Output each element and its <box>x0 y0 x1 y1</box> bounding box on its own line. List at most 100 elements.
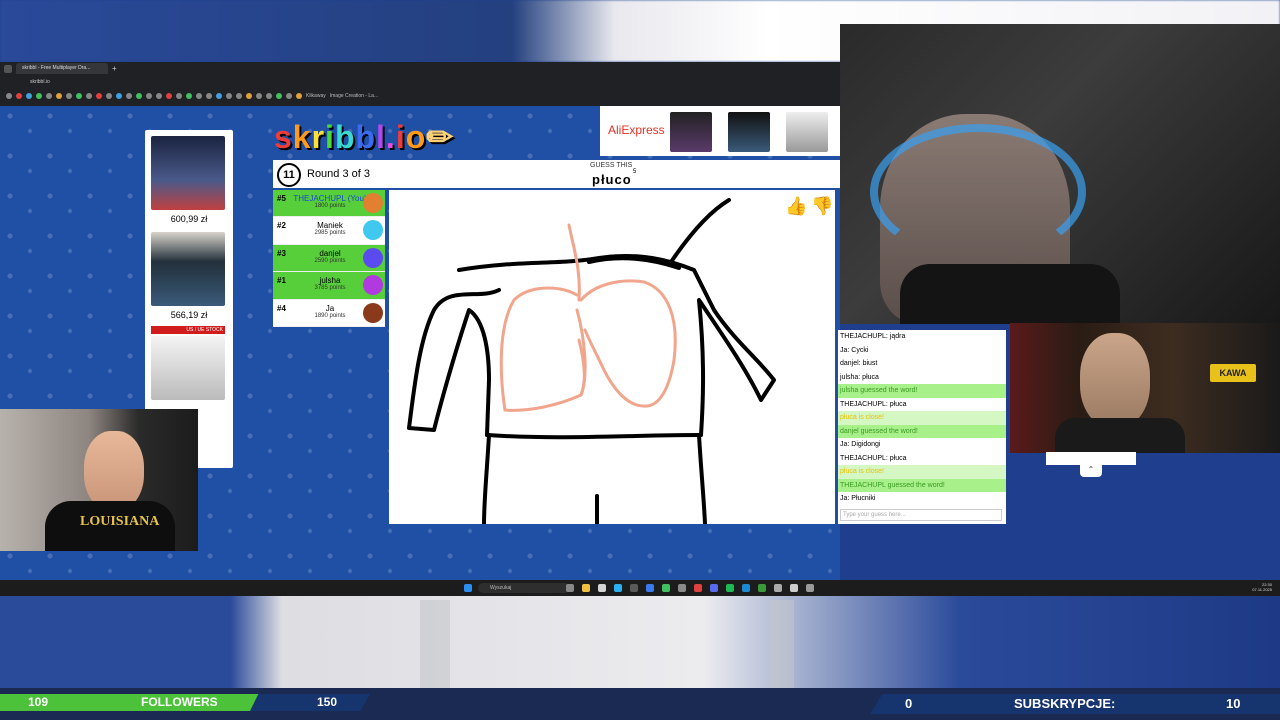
app-icon[interactable] <box>678 584 686 592</box>
bookmarks-bar: Klikaway Image Creation - La... <box>0 89 840 103</box>
bookmark-icon[interactable] <box>166 93 172 99</box>
app-icon[interactable] <box>646 584 654 592</box>
bookmark-icon[interactable] <box>46 93 52 99</box>
bookmark-icon[interactable] <box>196 93 202 99</box>
subs-current: 0 <box>905 696 913 711</box>
player-row[interactable]: #5 THEJACHUPL (You) 1800 points <box>273 190 385 218</box>
taskbar-clock[interactable]: 22:30 07.11.2025 <box>1252 582 1272 592</box>
bookmark-icon[interactable] <box>206 93 212 99</box>
player-row[interactable]: #4 Ja 1890 points <box>273 299 385 327</box>
bookmark-icon[interactable] <box>256 93 262 99</box>
browser-tab[interactable]: skribbl - Free Multiplayer Dra... <box>16 63 108 74</box>
bookmark-link[interactable]: Image Creation - La... <box>330 93 378 99</box>
bookmark-icon[interactable] <box>56 93 62 99</box>
popup-bar <box>1046 452 1136 465</box>
settings-icon[interactable] <box>806 584 814 592</box>
address-bar[interactable]: skribbl.io <box>0 75 840 89</box>
ad-product-image[interactable] <box>151 336 225 400</box>
bookmark-icon[interactable] <box>236 93 242 99</box>
discord-icon[interactable] <box>710 584 718 592</box>
browser-window: skribbl - Free Multiplayer Dra... + skri… <box>0 62 840 106</box>
round-timer: 11 <box>277 163 301 187</box>
player-name: julsha <box>319 276 341 286</box>
bookmark-icon[interactable] <box>96 93 102 99</box>
bookmark-icon[interactable] <box>36 93 42 99</box>
tab-menu-icon[interactable] <box>4 64 12 73</box>
bookmark-icon[interactable] <box>246 93 252 99</box>
ad-thumbnail[interactable] <box>786 112 828 152</box>
app-icon[interactable] <box>630 584 638 592</box>
thumbs-up-icon[interactable]: 👍 <box>785 196 807 216</box>
chat-message: płuca is close! <box>838 465 1006 479</box>
bookmark-icon[interactable] <box>276 93 282 99</box>
ad-thumbnail[interactable] <box>728 112 770 152</box>
bookmark-icon[interactable] <box>26 93 32 99</box>
bookmark-link[interactable]: Klikaway <box>306 93 326 99</box>
drawing-stroke <box>485 433 703 440</box>
app-icon[interactable] <box>694 584 702 592</box>
tab-bar: skribbl - Free Multiplayer Dra... + <box>0 62 840 75</box>
player-name: Ja <box>325 303 335 313</box>
chrome-icon[interactable] <box>662 584 670 592</box>
player-row[interactable]: #1 julsha 3785 points <box>273 272 385 300</box>
webcam-shirt <box>1055 418 1185 453</box>
spotify-icon[interactable] <box>726 584 734 592</box>
bookmark-icon[interactable] <box>216 93 222 99</box>
app-icon[interactable] <box>774 584 782 592</box>
taskview-icon[interactable] <box>566 584 574 592</box>
webcam-person <box>84 431 144 511</box>
bookmark-icon[interactable] <box>286 93 292 99</box>
start-icon[interactable] <box>464 584 472 592</box>
bookmark-icon[interactable] <box>76 93 82 99</box>
bookmark-icon[interactable] <box>106 93 112 99</box>
app-icon[interactable] <box>598 584 606 592</box>
bookmark-icon[interactable] <box>176 93 182 99</box>
webcam-streamer-right <box>1010 323 1280 453</box>
webcam-streamer-left: LOUISIANA <box>0 409 198 551</box>
word-hint-bar: GUESS THIS płuco 5 <box>385 160 840 188</box>
skribbl-logo: skribbl.io✏ <box>274 119 455 155</box>
bookmark-icon[interactable] <box>226 93 232 99</box>
xbox-icon[interactable] <box>758 584 766 592</box>
steam-icon[interactable] <box>742 584 750 592</box>
drawing-canvas[interactable]: 👍 👎 <box>389 190 835 526</box>
drawing-stroke <box>697 433 707 526</box>
bookmark-icon[interactable] <box>86 93 92 99</box>
ad-thumbnail[interactable] <box>670 112 712 152</box>
new-tab-icon[interactable]: + <box>112 64 117 73</box>
player-rank: #2 <box>277 221 286 231</box>
ad-product-image[interactable] <box>151 136 225 210</box>
explorer-icon[interactable] <box>582 584 590 592</box>
player-points: 1890 points <box>314 312 346 319</box>
bookmark-icon[interactable] <box>186 93 192 99</box>
bookmark-icon[interactable] <box>126 93 132 99</box>
top-ad-banner[interactable]: AliExpress <box>600 106 840 156</box>
thumbs-down-icon[interactable]: 👎 <box>811 196 833 216</box>
bookmark-icon[interactable] <box>296 93 302 99</box>
windows-taskbar: Wyszukaj 22:30 07.11.2025 <box>0 580 1280 596</box>
bookmark-icon[interactable] <box>16 93 22 99</box>
app-icon[interactable] <box>614 584 622 592</box>
taskbar-search[interactable]: Wyszukaj <box>478 583 570 593</box>
bookmark-icon[interactable] <box>146 93 152 99</box>
bookmark-icon[interactable] <box>266 93 272 99</box>
bookmark-icon[interactable] <box>156 93 162 99</box>
ad-product-image[interactable] <box>151 232 225 306</box>
ad-stock-badge: US / UE STOCK <box>151 326 225 334</box>
bookmark-icon[interactable] <box>6 93 12 99</box>
chevron-up-icon[interactable]: ⌃ <box>1080 465 1102 477</box>
chat-message: THEJACHUPL: jądra <box>840 333 906 340</box>
chat-messages: THEJACHUPL: jądra Ja: Cycki danjel: biust j… <box>838 330 1006 506</box>
player-row[interactable]: #2 Maniek 2985 points <box>273 217 385 245</box>
bookmark-icon[interactable] <box>66 93 72 99</box>
bookmark-icon[interactable] <box>136 93 142 99</box>
chat-input[interactable]: Type your guess here... <box>840 509 1002 521</box>
chat-message: THEJACHUPL: płuca <box>840 400 907 408</box>
bookmark-icon[interactable] <box>116 93 122 99</box>
collapsed-popup[interactable]: ⌃ <box>1046 452 1136 478</box>
player-row[interactable]: #3 danjel 2590 points <box>273 244 385 273</box>
drawing <box>407 198 776 526</box>
player-points: 1800 points <box>314 203 346 209</box>
obs-icon[interactable] <box>790 584 798 592</box>
webcam-streamer-main <box>840 24 1280 324</box>
